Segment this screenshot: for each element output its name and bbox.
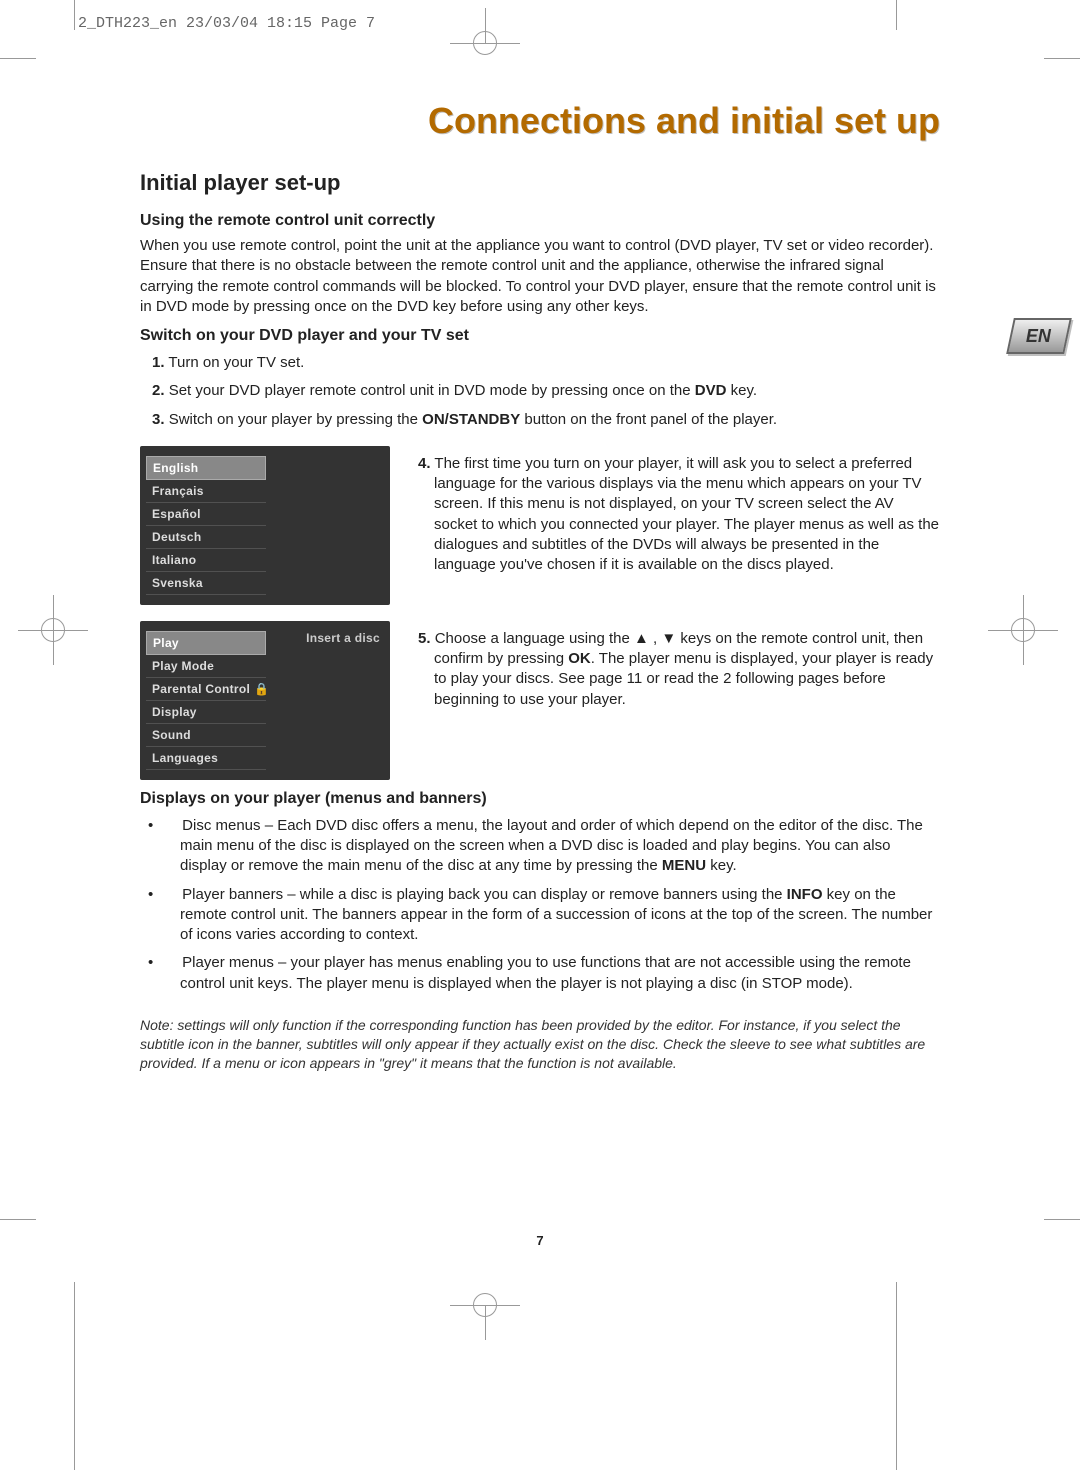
paragraph: When you use remote control, point the u… — [140, 236, 940, 317]
registration-mark — [18, 595, 88, 665]
crop-tick — [74, 0, 75, 30]
registration-mark — [988, 595, 1058, 665]
step-number: 2. — [152, 382, 165, 399]
bullet-bold: MENU — [662, 857, 706, 874]
crop-tick — [896, 1282, 897, 1470]
crop-tick — [1044, 58, 1080, 59]
step-number: 4. — [418, 455, 431, 472]
crop-tick — [0, 1219, 36, 1220]
bullet-icon: • — [164, 816, 178, 836]
bullet-text: key. — [706, 857, 737, 874]
subheading-switch-on: Switch on your DVD player and your TV se… — [140, 327, 940, 345]
crop-header: 2_DTH223_en 23/03/04 18:15 Page 7 — [78, 15, 375, 32]
crop-tick — [896, 0, 897, 30]
step-text: button on the front panel of the player. — [520, 411, 777, 428]
menu-item: Sound — [146, 724, 266, 747]
menu-item: Français — [146, 480, 266, 503]
step-text: Choose a language using the — [435, 630, 634, 647]
step-bold: DVD — [695, 382, 727, 399]
menu-item: Parental Control🔒 — [146, 678, 266, 701]
menu-item: Play Mode — [146, 655, 266, 678]
step-text: The first time you turn on your player, … — [434, 455, 939, 573]
crop-tick — [0, 58, 36, 59]
bullet-text: Disc menus – Each DVD disc offers a menu… — [180, 817, 923, 875]
menu-item: Deutsch — [146, 526, 266, 549]
arrow-down-icon: ▼ — [661, 630, 676, 647]
step-text: Switch on your player by pressing the — [169, 411, 422, 428]
page-number: 7 — [536, 1233, 543, 1248]
bullet-player-banners: • Player banners – while a disc is playi… — [140, 885, 940, 946]
language-badge: EN — [1006, 318, 1072, 354]
bullet-text: Player menus – your player has menus ena… — [180, 954, 911, 991]
bullet-disc-menus: • Disc menus – Each DVD disc offers a me… — [140, 816, 940, 877]
bullet-text: Player banners – while a disc is playing… — [182, 886, 787, 903]
registration-mark — [450, 1270, 520, 1340]
lock-icon: 🔒 — [254, 682, 269, 696]
step-5: 5. Choose a language using the ▲ , ▼ key… — [416, 629, 940, 710]
crop-tick — [1044, 1219, 1080, 1220]
player-menu-screenshot: Insert a disc Play Play Mode Parental Co… — [140, 621, 390, 780]
step-1: 1. Turn on your TV set. — [140, 353, 940, 373]
menu-item: Español — [146, 503, 266, 526]
menu-item: Svenska — [146, 572, 266, 595]
note-paragraph: Note: settings will only function if the… — [140, 1016, 940, 1073]
arrow-up-icon: ▲ — [634, 630, 649, 647]
step-text: key. — [726, 382, 757, 399]
step-text: Set your DVD player remote control unit … — [169, 382, 695, 399]
subheading-displays: Displays on your player (menus and banne… — [140, 790, 940, 808]
bullet-icon: • — [164, 953, 178, 973]
step-2: 2. Set your DVD player remote control un… — [140, 381, 940, 401]
step-number: 5. — [418, 630, 431, 647]
chapter-title: Connections and initial set up — [140, 100, 940, 142]
step-bold: ON/STANDBY — [422, 411, 520, 428]
page-content: Connections and initial set up Initial p… — [140, 100, 940, 1072]
subheading-remote: Using the remote control unit correctly — [140, 212, 940, 230]
bullet-icon: • — [164, 885, 178, 905]
step-number: 1. — [152, 354, 165, 371]
menu-item: Display — [146, 701, 266, 724]
step-number: 3. — [152, 411, 165, 428]
menu-item: Italiano — [146, 549, 266, 572]
menu-item: Languages — [146, 747, 266, 770]
menu-hint: Insert a disc — [306, 631, 380, 645]
bullet-player-menus: • Player menus – your player has menus e… — [140, 953, 940, 994]
menu-item: English — [146, 456, 266, 480]
language-menu-screenshot: English Français Español Deutsch Italian… — [140, 446, 390, 605]
step-4: 4. The first time you turn on your playe… — [416, 454, 940, 576]
step-bold: OK — [568, 650, 591, 667]
step-text: Turn on your TV set. — [168, 354, 304, 371]
crop-tick — [74, 1282, 75, 1470]
menu-item: Play — [146, 631, 266, 655]
section-heading: Initial player set-up — [140, 170, 940, 196]
step-text: , — [649, 630, 662, 647]
registration-mark — [450, 8, 520, 78]
language-badge-text: EN — [1026, 326, 1051, 347]
step-3: 3. Switch on your player by pressing the… — [140, 410, 940, 430]
bullet-bold: INFO — [787, 886, 823, 903]
